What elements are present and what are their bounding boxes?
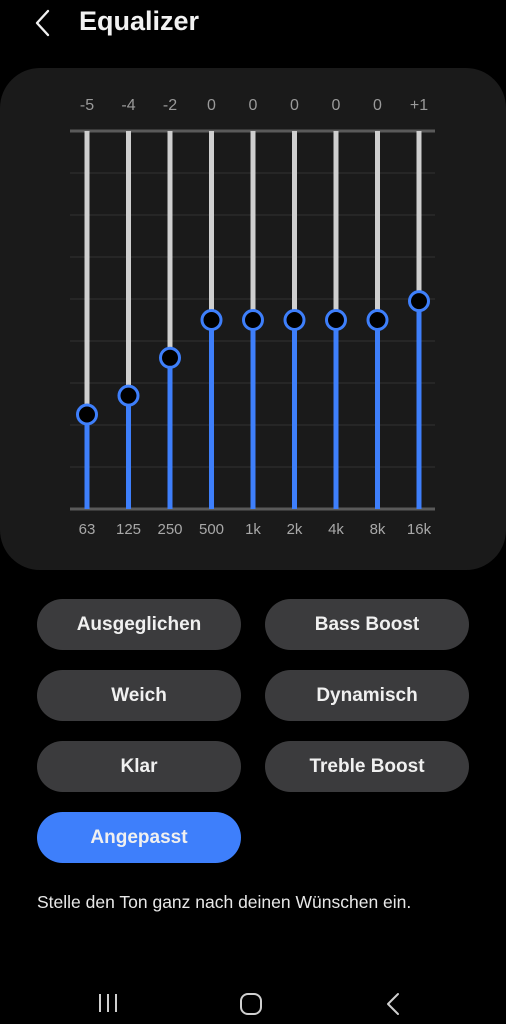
gain-value-label: -5: [80, 97, 94, 114]
preset-label: Ausgeglichen: [76, 613, 202, 635]
frequency-label: 1k: [245, 521, 261, 538]
frequency-label: 16k: [407, 521, 432, 538]
slider-knob-500[interactable]: [200, 309, 223, 331]
slider-knob-250[interactable]: [159, 346, 181, 369]
preset-label: Bass Boost: [314, 613, 420, 635]
frequency-label: 250: [157, 521, 182, 538]
preset-bass-boost-button[interactable]: Bass Boost: [265, 599, 469, 650]
preset-label: Treble Boost: [309, 755, 425, 777]
gain-value-label: 0: [249, 97, 258, 114]
page-title: Equalizer: [79, 6, 200, 36]
frequency-label: 63: [79, 521, 96, 538]
home-icon: [240, 993, 262, 1015]
slider-knob-63[interactable]: [76, 403, 98, 426]
gain-value-label: 0: [332, 97, 341, 114]
preset-ausgeglichen-button[interactable]: Ausgeglichen: [37, 599, 241, 650]
gain-value-label: -4: [121, 97, 135, 114]
recents-icon: [99, 994, 117, 1012]
slider-knob-8k[interactable]: [366, 309, 389, 331]
slider-knob-16k[interactable]: [408, 290, 430, 313]
preset-label: Angepasst: [90, 826, 188, 848]
gain-value-label: -2: [163, 97, 177, 114]
preset-angepasst-button[interactable]: Angepasst: [37, 812, 241, 863]
preset-label: Weich: [111, 684, 167, 706]
app-header: Equalizer: [0, 0, 506, 48]
equalizer-chart: -5 63 -4 125 -2 250 0 500 0 1k 0 2k 0 4k 0 8k +1 16k: [70, 97, 435, 538]
chevron-left-icon: [35, 9, 50, 37]
frequency-label: 4k: [328, 521, 344, 538]
preset-klar-button[interactable]: Klar: [37, 741, 241, 792]
frequency-label: 2k: [287, 521, 303, 538]
back-button[interactable]: [30, 8, 58, 38]
preset-weich-button[interactable]: Weich: [37, 670, 241, 721]
gain-value-label: 0: [207, 97, 216, 114]
slider-knob-4k[interactable]: [325, 309, 347, 331]
preset-treble-boost-button[interactable]: Treble Boost: [265, 741, 469, 792]
preset-dynamisch-button[interactable]: Dynamisch: [265, 670, 469, 721]
equalizer-card: -5 63 -4 125 -2 250 0 500 0 1k 0 2k 0 4k 0 8k +1 16k: [0, 68, 506, 570]
slider-knob-1k[interactable]: [242, 309, 264, 331]
slider-knob-2k[interactable]: [283, 309, 306, 331]
recents-button[interactable]: [96, 992, 122, 1019]
frequency-label: 125: [116, 521, 141, 538]
gain-value-label: 0: [290, 97, 299, 114]
frequency-label: 8k: [370, 521, 386, 538]
description-text: Stelle den Ton ganz nach deinen Wünschen…: [37, 892, 412, 912]
home-button[interactable]: [238, 992, 264, 1021]
gain-value-label: 0: [373, 97, 382, 114]
slider-knob-125[interactable]: [117, 384, 140, 407]
back-icon: [387, 993, 399, 1015]
navigation-bar: [0, 980, 506, 1024]
preset-label: Dynamisch: [316, 684, 418, 706]
gain-value-label: +1: [410, 97, 428, 114]
nav-back-button[interactable]: [383, 992, 403, 1021]
preset-label: Klar: [120, 755, 158, 777]
frequency-label: 500: [199, 521, 224, 538]
